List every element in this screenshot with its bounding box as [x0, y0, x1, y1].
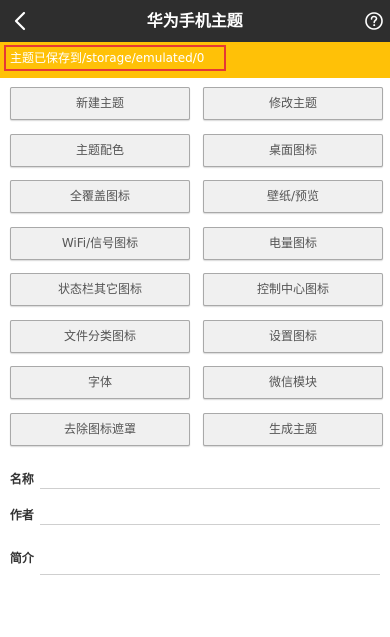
intro-input[interactable]	[40, 545, 380, 573]
font-button[interactable]: 字体	[10, 366, 190, 399]
author-label: 作者	[10, 508, 35, 522]
wechat-module-button[interactable]: 微信模块	[203, 366, 383, 399]
battery-icons-button[interactable]: 电量图标	[203, 227, 383, 260]
save-path-notice: 主题已保存到/storage/emulated/0	[4, 45, 226, 71]
desktop-icons-button[interactable]: 桌面图标	[203, 134, 383, 167]
wifi-signal-icons-button[interactable]: WiFi/信号图标	[10, 227, 190, 260]
author-input-underline	[40, 524, 380, 525]
help-button[interactable]	[365, 12, 383, 30]
name-input-underline	[40, 488, 380, 489]
intro-label: 简介	[10, 551, 35, 565]
remove-icon-mask-button[interactable]: 去除图标遮罩	[10, 413, 190, 446]
full-cover-icons-button[interactable]: 全覆盖图标	[10, 180, 190, 213]
theme-color-button[interactable]: 主题配色	[10, 134, 190, 167]
wallpaper-preview-button[interactable]: 壁纸/预览	[203, 180, 383, 213]
edit-theme-button[interactable]: 修改主题	[203, 87, 383, 120]
name-label: 名称	[10, 472, 35, 486]
new-theme-button[interactable]: 新建主题	[10, 87, 190, 120]
name-input[interactable]	[40, 466, 380, 488]
settings-icons-button[interactable]: 设置图标	[203, 320, 383, 353]
question-circle-icon	[365, 12, 383, 30]
file-category-icons-button[interactable]: 文件分类图标	[10, 320, 190, 353]
page-title: 华为手机主题	[146, 11, 243, 30]
intro-input-underline	[40, 574, 380, 575]
control-center-icons-button[interactable]: 控制中心图标	[203, 273, 383, 306]
generate-theme-button[interactable]: 生成主题	[203, 413, 383, 446]
statusbar-other-icons-button[interactable]: 状态栏其它图标	[10, 273, 190, 306]
top-bar: 华为手机主题	[0, 0, 390, 42]
author-input[interactable]	[40, 502, 380, 524]
